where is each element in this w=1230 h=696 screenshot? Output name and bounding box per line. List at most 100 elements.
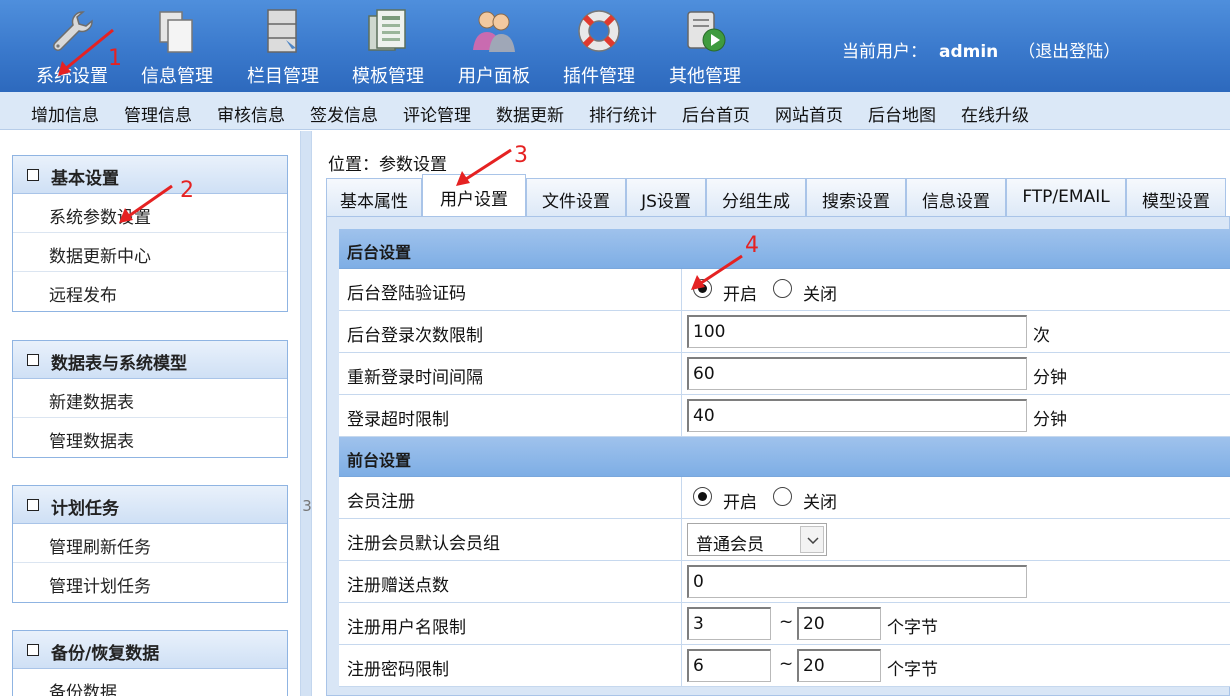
toolbar-label: 模板管理 <box>352 66 424 87</box>
sidebar-group-title: 计划任务 <box>51 499 119 519</box>
annotation-number-1: 1 <box>108 46 122 71</box>
sidebar-item-system-params[interactable]: 系统参数设置 <box>13 194 287 233</box>
default-group-select[interactable]: 普通会员 <box>687 523 827 556</box>
tab-model-settings[interactable]: 模型设置 <box>1126 178 1226 216</box>
sidebar-item-label: 管理数据表 <box>49 432 134 452</box>
sidebar-item-scheduled-tasks[interactable]: 管理计划任务 <box>13 563 287 602</box>
settings-tabs: 基本属性 用户设置 文件设置 JS设置 分组生成 搜索设置 信息设置 FTP/E… <box>326 174 1230 217</box>
current-user-prefix: 当前用户： <box>842 42 927 62</box>
tab-ftp-email[interactable]: FTP/EMAIL <box>1006 178 1126 216</box>
row-login-timeout: 登录超时限制 40 分钟 <box>339 395 1230 437</box>
row-label: 注册会员默认会员组 <box>347 534 500 554</box>
captcha-off-radio[interactable] <box>773 279 792 298</box>
sidebar-item-new-table[interactable]: 新建数据表 <box>13 379 287 418</box>
settings-form: 后台设置 后台登陆验证码 开启 关闭 后台登录次数限制 100 次 重新登录时间… <box>339 229 1230 687</box>
toolbar-template-manage[interactable]: 模板管理 <box>338 2 438 90</box>
subnav-manage-info[interactable]: 管理信息 <box>124 101 192 126</box>
settings-panel: 后台设置 后台登陆验证码 开启 关闭 后台登录次数限制 100 次 重新登录时间… <box>326 216 1230 696</box>
subnav-comment-manage[interactable]: 评论管理 <box>403 101 471 126</box>
sidebar-group-header[interactable]: 数据表与系统模型 <box>13 341 287 379</box>
current-username: admin <box>939 42 999 62</box>
row-label: 登录超时限制 <box>347 410 449 430</box>
register-off-radio[interactable] <box>773 487 792 506</box>
subnav-sign-info[interactable]: 签发信息 <box>310 101 378 126</box>
toolbar-plugin-manage[interactable]: 插件管理 <box>549 2 649 90</box>
breadcrumb-prefix: 位置： <box>328 155 379 175</box>
sidebar-item-data-update-center[interactable]: 数据更新中心 <box>13 233 287 272</box>
tab-js-settings[interactable]: JS设置 <box>626 178 706 216</box>
section-header-backend: 后台设置 <box>339 229 1230 269</box>
radio-label: 开启 <box>723 493 757 513</box>
password-min-input[interactable]: 6 <box>687 649 771 682</box>
template-icon <box>368 9 406 51</box>
sidebar-group-tasks: 计划任务 管理刷新任务 管理计划任务 <box>12 485 288 603</box>
row-label: 会员注册 <box>347 492 415 512</box>
row-label: 注册密码限制 <box>347 660 449 680</box>
sidebar-item-label: 备份数据 <box>49 683 117 696</box>
subnav-data-update[interactable]: 数据更新 <box>496 101 564 126</box>
sidebar-item-manage-tables[interactable]: 管理数据表 <box>13 418 287 457</box>
radio-label: 关闭 <box>803 285 837 305</box>
sidebar-group-title: 备份/恢复数据 <box>51 644 160 664</box>
toolbar-user-panel[interactable]: 用户面板 <box>444 2 544 90</box>
subnav-add-info[interactable]: 增加信息 <box>31 101 99 126</box>
toolbar-system-settings[interactable]: 系统设置 <box>22 2 122 90</box>
chevron-down-icon[interactable] <box>800 526 824 553</box>
toolbar-label: 系统设置 <box>36 66 108 87</box>
row-label: 后台登录次数限制 <box>347 326 483 346</box>
tab-user-settings[interactable]: 用户设置 <box>422 174 526 217</box>
sidebar-group-title: 数据表与系统模型 <box>51 354 187 374</box>
subnav-review-info[interactable]: 审核信息 <box>217 101 285 126</box>
tab-file-settings[interactable]: 文件设置 <box>526 178 626 216</box>
row-member-register: 会员注册 开启 关闭 <box>339 477 1230 519</box>
row-password-limit: 注册密码限制 6 ~ 20 个字节 <box>339 645 1230 687</box>
sidebar-item-label: 管理计划任务 <box>49 577 151 597</box>
sidebar-group-header[interactable]: 备份/恢复数据 <box>13 631 287 669</box>
toolbar-info-manage[interactable]: 信息管理 <box>127 2 227 90</box>
unit-label: 个字节 <box>887 618 938 638</box>
sidebar-group-header[interactable]: 计划任务 <box>13 486 287 524</box>
row-register-points: 注册赠送点数 0 <box>339 561 1230 603</box>
unit-label: 分钟 <box>1033 410 1067 430</box>
row-label: 后台登陆验证码 <box>347 284 466 304</box>
tab-basic-attributes[interactable]: 基本属性 <box>326 178 422 216</box>
logout-link[interactable]: （退出登陆） <box>1018 42 1120 62</box>
register-on-radio[interactable] <box>693 487 712 506</box>
register-points-input[interactable]: 0 <box>687 565 1027 598</box>
range-separator: ~ <box>779 612 794 632</box>
login-timeout-input[interactable]: 40 <box>687 399 1027 432</box>
tab-info-settings[interactable]: 信息设置 <box>906 178 1006 216</box>
wrench-icon <box>53 11 93 51</box>
sidebar-item-refresh-tasks[interactable]: 管理刷新任务 <box>13 524 287 563</box>
toolbar-column-manage[interactable]: 栏目管理 <box>233 2 333 90</box>
section-title: 后台设置 <box>347 243 412 262</box>
sidebar-group-header[interactable]: 基本设置 <box>13 156 287 194</box>
sidebar-item-remote-publish[interactable]: 远程发布 <box>13 272 287 311</box>
password-max-input[interactable]: 20 <box>797 649 881 682</box>
tab-group-generate[interactable]: 分组生成 <box>706 178 806 216</box>
radio-label: 关闭 <box>803 493 837 513</box>
username-min-input[interactable]: 3 <box>687 607 771 640</box>
radio-label: 开启 <box>723 285 757 305</box>
username-max-input[interactable]: 20 <box>797 607 881 640</box>
breadcrumb-current[interactable]: 参数设置 <box>379 155 447 175</box>
captcha-on-radio[interactable] <box>693 279 712 298</box>
sidebar-splitter[interactable]: 3 <box>300 131 312 696</box>
annotation-number-3: 3 <box>514 143 528 168</box>
toolbar-other-manage[interactable]: 其他管理 <box>655 2 755 90</box>
subnav-admin-map[interactable]: 后台地图 <box>868 101 936 126</box>
sidebar-item-backup-data[interactable]: 备份数据 <box>13 669 287 696</box>
relogin-interval-input[interactable]: 60 <box>687 357 1027 390</box>
subnav-admin-home[interactable]: 后台首页 <box>682 101 750 126</box>
unit-label: 分钟 <box>1033 368 1067 388</box>
row-admin-captcha: 后台登陆验证码 开启 关闭 <box>339 269 1230 311</box>
login-limit-input[interactable]: 100 <box>687 315 1027 348</box>
subnav-site-home[interactable]: 网站首页 <box>775 101 843 126</box>
subnav-online-upgrade[interactable]: 在线升级 <box>961 101 1029 126</box>
column-cabinet-icon <box>267 9 297 53</box>
row-username-limit: 注册用户名限制 3 ~ 20 个字节 <box>339 603 1230 645</box>
tab-search-settings[interactable]: 搜索设置 <box>806 178 906 216</box>
subnav-ranking-stats[interactable]: 排行统计 <box>589 101 657 126</box>
collapse-box-icon <box>27 354 39 366</box>
select-value: 普通会员 <box>696 535 764 555</box>
